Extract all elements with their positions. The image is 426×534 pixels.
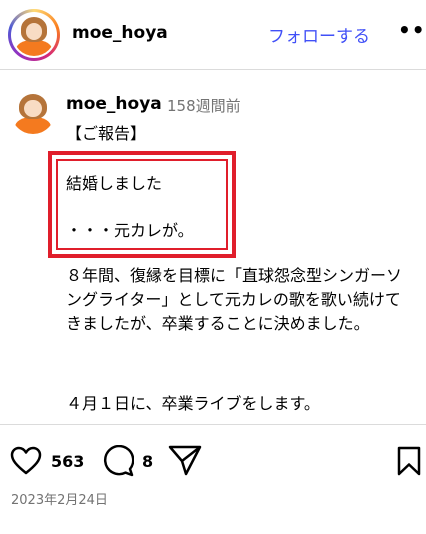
caption-report-heading: 【ご報告】	[66, 124, 147, 143]
bookmark-icon[interactable]	[396, 446, 422, 476]
caption-body-2: ４月１日に、卒業ライブをします。	[66, 394, 320, 413]
more-horizontal-icon[interactable]: •••	[398, 18, 426, 42]
follow-button[interactable]: フォローする	[268, 22, 370, 47]
story-ring[interactable]	[8, 9, 60, 61]
post-date[interactable]: 2023年2月24日	[11, 489, 108, 508]
highlight-line-1: 結婚しました	[66, 174, 163, 193]
highlight-box	[48, 151, 236, 258]
divider	[0, 424, 426, 425]
avatar[interactable]	[13, 14, 55, 56]
heart-icon[interactable]	[10, 446, 42, 476]
caption-avatar[interactable]	[11, 90, 55, 134]
caption-body: ８年間、復縁を目標に「直球怨念型シンガーソングライター」として元カレの歌を歌い続…	[66, 266, 403, 333]
comment-icon[interactable]	[102, 445, 134, 477]
caption-timestamp[interactable]: 158週間前	[167, 95, 241, 116]
comment-count[interactable]: 8	[142, 452, 153, 471]
post-header: moe_hoya フォローする •••	[0, 0, 426, 70]
highlight-line-2: ・・・元カレが。	[66, 221, 194, 240]
like-count[interactable]: 563	[51, 452, 84, 471]
caption-username[interactable]: moe_hoya	[66, 94, 162, 114]
share-icon[interactable]	[168, 444, 202, 476]
header-username[interactable]: moe_hoya	[72, 23, 168, 43]
